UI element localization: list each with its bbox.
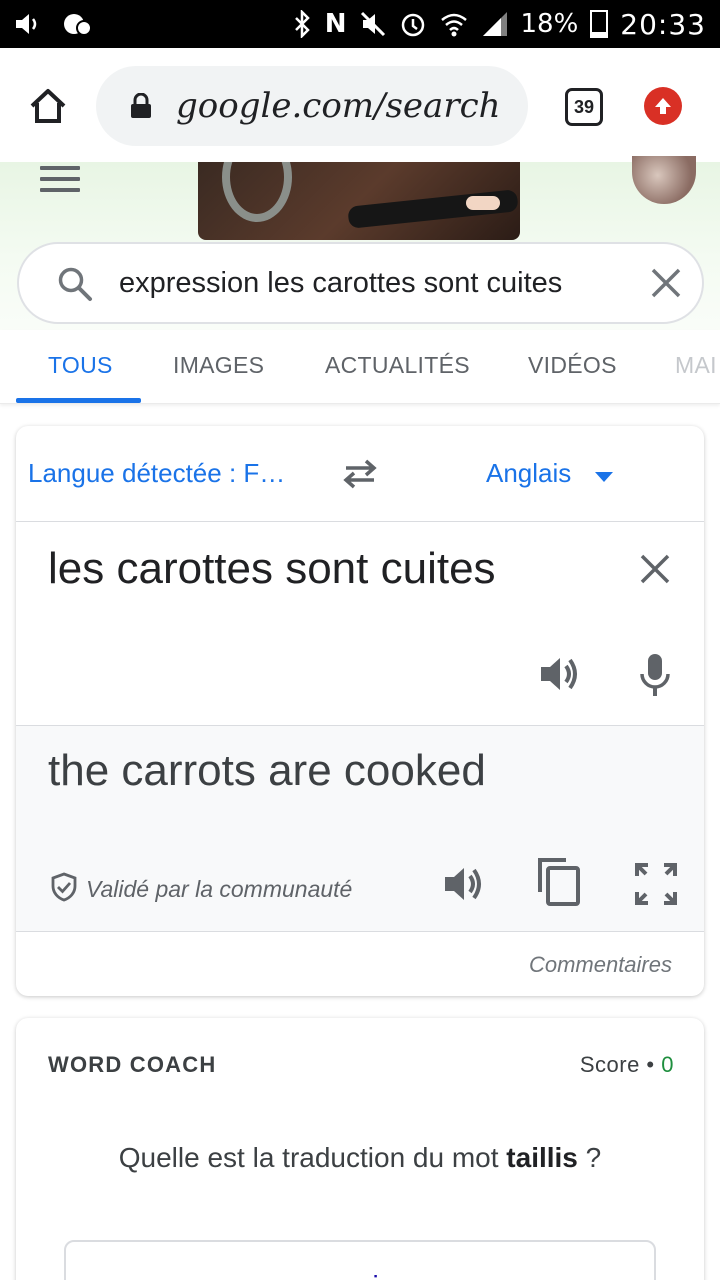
speaker-icon[interactable] — [538, 652, 582, 696]
tab-videos[interactable]: VIDÉOS — [528, 352, 617, 379]
signal-icon — [481, 10, 509, 38]
search-icon[interactable] — [57, 266, 93, 302]
shield-check-icon — [50, 872, 78, 902]
translate-card: Langue détectée : F… Anglais les carotte… — [16, 426, 704, 996]
microphone-icon[interactable] — [638, 652, 672, 698]
source-text-area[interactable]: les carottes sont cuites — [16, 522, 704, 726]
close-icon[interactable] — [638, 552, 672, 586]
volume-icon — [14, 11, 42, 37]
chevron-down-icon[interactable] — [594, 470, 614, 482]
copy-icon[interactable] — [536, 856, 582, 908]
tab-switcher-button[interactable]: 39 — [565, 88, 603, 126]
menu-icon[interactable] — [40, 166, 80, 192]
word-coach-score: Score • 0 — [579, 1052, 674, 1077]
verified-label: Validé par la communauté — [86, 876, 353, 902]
active-tab-indicator — [16, 398, 141, 403]
speaker-icon[interactable] — [442, 862, 486, 906]
battery-percent: 18% — [520, 9, 579, 39]
swap-languages-icon[interactable] — [340, 458, 380, 490]
lock-icon — [130, 92, 152, 119]
google-doodle[interactable] — [198, 162, 520, 240]
word-coach-question: Quelle est la traduction du mot taillis … — [16, 1142, 704, 1174]
language-selector-row: Langue détectée : F… Anglais — [16, 426, 704, 522]
score-value: 0 — [661, 1052, 674, 1077]
question-suffix: ? — [585, 1142, 602, 1173]
notification-icon — [62, 11, 92, 37]
search-tabs: TOUS IMAGES ACTUALITÉS VIDÉOS MAI — [0, 330, 720, 404]
tab-more[interactable]: MAI — [675, 352, 717, 379]
question-word: taillis — [506, 1142, 578, 1173]
question-prefix: Quelle est la traduction du mot — [118, 1142, 499, 1173]
update-icon[interactable] — [644, 87, 682, 125]
avatar[interactable] — [632, 156, 696, 204]
status-bar: N 18% 20:33 — [0, 0, 720, 48]
home-icon[interactable] — [28, 86, 68, 126]
search-input[interactable]: expression les carottes sont cuites — [119, 267, 562, 300]
url-text: google.com/search — [176, 86, 501, 126]
target-language-button[interactable]: Anglais — [486, 458, 571, 489]
alarm-icon — [399, 10, 427, 38]
browser-toolbar: google.com/search 39 — [0, 48, 720, 162]
mute-icon — [359, 10, 387, 38]
search-box[interactable]: expression les carottes sont cuites — [17, 242, 704, 324]
word-coach-title: WORD COACH — [48, 1052, 217, 1077]
tab-images[interactable]: IMAGES — [173, 352, 264, 379]
nfc-icon: N — [324, 9, 347, 39]
address-bar[interactable]: google.com/search — [96, 66, 528, 146]
fullscreen-icon[interactable] — [634, 862, 678, 906]
source-text[interactable]: les carottes sont cuites — [48, 544, 496, 594]
feedback-link[interactable]: Commentaires — [529, 952, 672, 978]
score-label: Score — [579, 1052, 640, 1077]
source-language-button[interactable]: Langue détectée : F… — [28, 458, 285, 489]
wifi-icon — [439, 10, 469, 38]
clear-search-icon[interactable] — [649, 266, 683, 300]
battery-icon — [590, 10, 609, 38]
translated-text: the carrots are cooked — [48, 746, 486, 795]
bluetooth-icon — [291, 10, 313, 38]
clock: 20:33 — [620, 7, 706, 41]
word-coach-card: WORD COACH Score • 0 Quelle est la tradu… — [16, 1018, 704, 1280]
translation-result-area: the carrots are cooked Validé par la com… — [16, 726, 704, 932]
answer-option-button[interactable]: coppice — [64, 1240, 656, 1280]
tab-news[interactable]: ACTUALITÉS — [325, 352, 470, 379]
tab-all[interactable]: TOUS — [48, 352, 113, 379]
